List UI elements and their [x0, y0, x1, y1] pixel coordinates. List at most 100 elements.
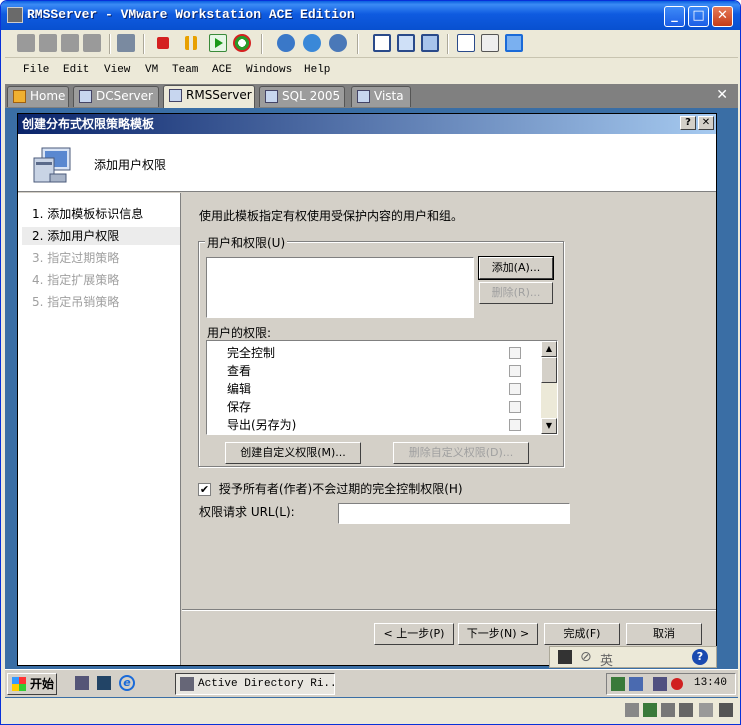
- tab-vista[interactable]: Vista: [351, 86, 411, 107]
- menu-vm[interactable]: VM: [145, 64, 158, 76]
- menu-team[interactable]: Team: [172, 64, 198, 76]
- permission-label: 编辑: [227, 382, 252, 396]
- permission-row[interactable]: 导出(另存为): [227, 416, 537, 434]
- minimize-button[interactable]: _: [664, 6, 685, 27]
- menu-windows[interactable]: Windows: [246, 64, 292, 76]
- tab-label: RMSServer: [186, 88, 252, 102]
- window-title: RMSServer - VMware Workstation ACE Editi…: [27, 7, 355, 22]
- tab-label: Home: [30, 89, 66, 103]
- menu-file[interactable]: File: [23, 64, 49, 76]
- team3-icon[interactable]: [61, 34, 79, 52]
- dialog-close-button[interactable]: ✕: [698, 116, 714, 130]
- stop-icon[interactable]: [157, 37, 169, 49]
- taskbar-app-active-directory[interactable]: Active Directory Ri...: [175, 673, 335, 695]
- scroll-down-icon[interactable]: ▼: [541, 418, 557, 434]
- tab-rmsserver[interactable]: RMSServer: [163, 85, 255, 108]
- computer-users-icon: [33, 147, 71, 183]
- create-custom-right-button[interactable]: 创建自定义权限(M)...: [225, 442, 361, 464]
- vm-icon: [357, 90, 370, 103]
- tab-home[interactable]: Home: [7, 86, 69, 107]
- tray-icon[interactable]: [611, 677, 625, 691]
- permission-row[interactable]: 查看: [227, 362, 537, 380]
- permission-row[interactable]: 完全控制: [227, 344, 537, 362]
- reset-icon[interactable]: [233, 34, 251, 52]
- tab-dcserver[interactable]: DCServer: [73, 86, 159, 107]
- next-button[interactable]: 下一步(N) >: [458, 623, 538, 645]
- grant-owner-checkbox[interactable]: ✔: [198, 483, 211, 496]
- help-button[interactable]: ?: [680, 116, 696, 130]
- summary-view-icon[interactable]: [373, 34, 391, 52]
- snapshot-icon[interactable]: [117, 34, 135, 52]
- show-desktop-icon[interactable]: [97, 676, 111, 690]
- permissions-list[interactable]: 完全控制 查看 编辑 保存 导出(另存为) ▲ ▼: [206, 340, 558, 435]
- take-snapshot-icon[interactable]: [277, 34, 295, 52]
- lang-indicator[interactable]: 英: [600, 650, 613, 669]
- permission-checkbox[interactable]: [509, 365, 521, 377]
- server-manager-icon[interactable]: [75, 676, 89, 690]
- team2-icon[interactable]: [39, 34, 57, 52]
- system-tray: 13:40: [606, 673, 736, 695]
- menu-help[interactable]: Help: [304, 64, 330, 76]
- cancel-button[interactable]: 取消: [626, 623, 702, 645]
- users-list[interactable]: [206, 257, 474, 318]
- maximize-button[interactable]: □: [688, 6, 709, 27]
- team-icon[interactable]: [17, 34, 35, 52]
- tab-sql2005[interactable]: SQL 2005: [259, 86, 345, 107]
- device-usb-icon[interactable]: [679, 703, 693, 717]
- start-button[interactable]: 开始: [7, 673, 57, 695]
- title-bar[interactable]: RMSServer - VMware Workstation ACE Editi…: [1, 1, 740, 30]
- team4-icon[interactable]: [83, 34, 101, 52]
- grant-owner-row[interactable]: ✔ 授予所有者(作者)不会过期的完全控制权限(H): [198, 480, 463, 497]
- device-network-icon[interactable]: [643, 703, 657, 717]
- scroll-thumb[interactable]: [541, 357, 557, 383]
- volume-muted-icon[interactable]: [671, 678, 683, 690]
- permission-checkbox[interactable]: [509, 347, 521, 359]
- tray-icon[interactable]: [629, 677, 643, 691]
- full-screen-icon[interactable]: [397, 34, 415, 52]
- permission-checkbox[interactable]: [509, 401, 521, 413]
- finish-button[interactable]: 完成(F): [544, 623, 620, 645]
- ime-icon[interactable]: [558, 650, 572, 664]
- back-button[interactable]: < 上一步(P): [374, 623, 454, 645]
- permission-row[interactable]: 编辑: [227, 380, 537, 398]
- device-sound-icon[interactable]: [699, 703, 713, 717]
- step-expiration: 3. 指定过期策略: [32, 251, 120, 265]
- permission-label: 保存: [227, 400, 252, 414]
- tab-label: DCServer: [96, 89, 153, 103]
- network-icon[interactable]: [653, 677, 667, 691]
- step-user-rights[interactable]: 2. 添加用户权限: [22, 227, 180, 245]
- device-hdd-icon[interactable]: [625, 703, 639, 717]
- step-description: 使用此模板指定有权使用受保护内容的用户和组。: [199, 209, 464, 223]
- dialog-title-text: 创建分布式权限策略模板: [22, 117, 155, 131]
- permissions-scrollbar[interactable]: ▲ ▼: [541, 341, 557, 434]
- close-tab-icon[interactable]: ✕: [716, 87, 728, 103]
- scroll-up-icon[interactable]: ▲: [541, 341, 557, 357]
- message-icon[interactable]: [719, 703, 733, 717]
- console-view-icon[interactable]: [457, 34, 475, 52]
- play-icon[interactable]: [209, 34, 227, 52]
- quick-switch-icon[interactable]: [421, 34, 439, 52]
- ie-icon[interactable]: e: [119, 675, 135, 691]
- vm-icon: [79, 90, 92, 103]
- help-icon[interactable]: ?: [692, 649, 708, 665]
- permission-row[interactable]: 保存: [227, 398, 537, 416]
- revert-snapshot-icon[interactable]: [303, 34, 321, 52]
- close-button[interactable]: ✕: [712, 6, 733, 27]
- pause-icon[interactable]: [185, 36, 197, 50]
- permission-checkbox[interactable]: [509, 419, 521, 431]
- menu-view[interactable]: View: [104, 64, 130, 76]
- menu-ace[interactable]: ACE: [212, 64, 232, 76]
- fit-guest-icon[interactable]: [505, 34, 523, 52]
- url-input[interactable]: [338, 503, 570, 524]
- permission-checkbox[interactable]: [509, 383, 521, 395]
- dialog-title[interactable]: 创建分布式权限策略模板 ? ✕: [18, 114, 716, 134]
- step-identification[interactable]: 1. 添加模板标识信息: [22, 205, 180, 223]
- rms-template-wizard: 创建分布式权限策略模板 ? ✕ 添加用户权限 1. 添加模板标识信息 2. 添加…: [17, 113, 717, 666]
- device-cdrom-icon[interactable]: [661, 703, 675, 717]
- toolbar-separator: [447, 34, 449, 54]
- snapshot-manager-icon[interactable]: [329, 34, 347, 52]
- menu-edit[interactable]: Edit: [63, 64, 89, 76]
- appliance-view-icon[interactable]: [481, 34, 499, 52]
- no-symbol-icon[interactable]: ⊘: [580, 649, 592, 665]
- add-user-button[interactable]: 添加(A)...: [478, 256, 554, 280]
